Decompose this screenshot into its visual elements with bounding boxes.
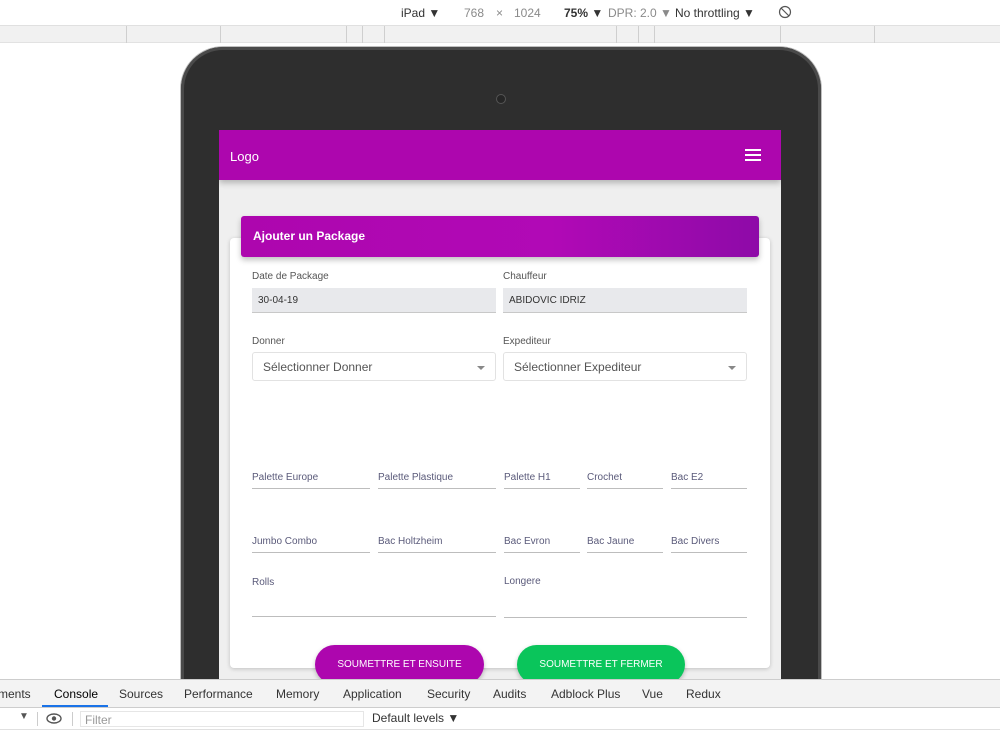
tab-redux[interactable]: Redux bbox=[686, 687, 721, 701]
ruler-tick bbox=[616, 26, 617, 43]
toolbar-separator bbox=[37, 712, 38, 726]
bac-evron-label: Bac Evron bbox=[504, 536, 551, 547]
expediteur-placeholder: Sélectionner Expediteur bbox=[514, 360, 642, 374]
camera-icon bbox=[496, 94, 506, 104]
tab-audits[interactable]: Audits bbox=[493, 687, 526, 701]
device-name: iPad bbox=[401, 6, 426, 20]
driver-field[interactable]: ABIDOVIC IDRIZ bbox=[503, 288, 747, 313]
tab-vue[interactable]: Vue bbox=[642, 687, 663, 701]
height-input[interactable]: 1024 bbox=[514, 6, 541, 20]
palette-europe-input[interactable] bbox=[252, 488, 370, 489]
device-toolbar: iPad ▼ 768 × 1024 75% ▼ DPR: 2.0 ▼ No th… bbox=[0, 0, 1000, 26]
app-bar: Logo bbox=[219, 130, 781, 180]
media-query-ruler bbox=[0, 26, 1000, 43]
donner-label: Donner bbox=[252, 336, 285, 347]
bac-e2-label: Bac E2 bbox=[671, 472, 704, 483]
expediteur-label: Expediteur bbox=[503, 336, 551, 347]
rolls-label: Rolls bbox=[252, 577, 275, 588]
longere-input[interactable] bbox=[504, 617, 747, 618]
context-select[interactable]: ▼ bbox=[19, 711, 29, 722]
rotate-icon[interactable] bbox=[778, 5, 792, 19]
palette-plastique-input[interactable] bbox=[378, 488, 496, 489]
dpr-select[interactable]: DPR: 2.0 ▼ bbox=[608, 6, 672, 20]
bac-evron-input[interactable] bbox=[504, 552, 580, 553]
console-toolbar: ▼ Filter Default levels ▼ bbox=[0, 708, 1000, 730]
device-select[interactable]: iPad ▼ bbox=[401, 6, 440, 20]
throttle-select[interactable]: No throttling ▼ bbox=[675, 6, 755, 20]
ruler-tick bbox=[126, 26, 127, 43]
logo[interactable]: Logo bbox=[230, 149, 259, 164]
bac-jaune-input[interactable] bbox=[587, 552, 663, 553]
longere-label: Longere bbox=[504, 576, 541, 587]
palette-h1-label: Palette H1 bbox=[504, 472, 551, 483]
throttle-value: No throttling bbox=[675, 6, 740, 20]
bac-holtzheim-input[interactable] bbox=[378, 552, 496, 553]
ruler-tick bbox=[638, 26, 639, 43]
date-field[interactable]: 30-04-19 bbox=[252, 288, 496, 313]
menu-icon[interactable] bbox=[745, 149, 761, 161]
jumbo-combo-input[interactable] bbox=[252, 552, 370, 553]
ruler-tick bbox=[780, 26, 781, 43]
dimension-separator: × bbox=[496, 6, 504, 20]
zoom-select[interactable]: 75% ▼ bbox=[564, 6, 603, 20]
filter-input[interactable]: Filter bbox=[80, 711, 364, 727]
donner-placeholder: Sélectionner Donner bbox=[263, 360, 373, 374]
submit-close-button[interactable]: SOUMETTRE ET FERMER bbox=[517, 645, 685, 679]
tab-adblock-plus[interactable]: Adblock Plus bbox=[551, 687, 620, 701]
crochet-input[interactable] bbox=[587, 488, 663, 489]
jumbo-combo-label: Jumbo Combo bbox=[252, 536, 318, 547]
chevron-down-icon: ▼ bbox=[591, 6, 604, 20]
chevron-down-icon: ▼ bbox=[428, 6, 441, 20]
tab-performance[interactable]: Performance bbox=[184, 687, 253, 701]
donner-select[interactable]: Sélectionner Donner bbox=[252, 352, 496, 381]
bac-divers-input[interactable] bbox=[671, 552, 747, 553]
bac-holtzheim-label: Bac Holtzheim bbox=[378, 536, 443, 547]
palette-plastique-label: Palette Plastique bbox=[378, 472, 454, 483]
bac-e2-input[interactable] bbox=[671, 488, 747, 489]
dpr-value: DPR: 2.0 bbox=[608, 6, 657, 20]
ruler-tick bbox=[874, 26, 875, 43]
bac-divers-label: Bac Divers bbox=[671, 536, 720, 547]
rolls-input[interactable] bbox=[252, 616, 496, 617]
device-viewport: Logo Ajouter un Package Date de Package … bbox=[0, 44, 1000, 679]
chevron-down-icon: ▼ bbox=[743, 6, 755, 20]
tab-console[interactable]: Console bbox=[54, 687, 98, 701]
caret-down-icon bbox=[728, 366, 736, 370]
devtools-tabs: ments Console Sources Performance Memory… bbox=[0, 680, 1000, 708]
driver-label: Chauffeur bbox=[503, 271, 547, 282]
ruler-tick bbox=[384, 26, 385, 43]
palette-h1-input[interactable] bbox=[504, 488, 580, 489]
devtools-panel: ments Console Sources Performance Memory… bbox=[0, 679, 1000, 750]
ruler-tick bbox=[654, 26, 655, 43]
ruler-tick bbox=[346, 26, 347, 43]
submit-next-button[interactable]: SOUMETTRE ET ENSUITE bbox=[315, 645, 484, 679]
ruler-tick bbox=[362, 26, 363, 43]
expediteur-select[interactable]: Sélectionner Expediteur bbox=[503, 352, 747, 381]
tab-application[interactable]: Application bbox=[343, 687, 402, 701]
date-label: Date de Package bbox=[252, 271, 329, 282]
form-title: Ajouter un Package bbox=[253, 229, 366, 243]
width-input[interactable]: 768 bbox=[464, 6, 484, 20]
palette-europe-label: Palette Europe bbox=[252, 472, 319, 483]
tab-memory[interactable]: Memory bbox=[276, 687, 319, 701]
levels-select[interactable]: Default levels ▼ bbox=[372, 711, 459, 725]
tab-sources[interactable]: Sources bbox=[119, 687, 163, 701]
tab-security[interactable]: Security bbox=[427, 687, 470, 701]
ruler-tick bbox=[220, 26, 221, 43]
active-tab-indicator bbox=[42, 705, 108, 707]
toolbar-separator bbox=[72, 712, 73, 726]
crochet-label: Crochet bbox=[587, 472, 623, 483]
caret-down-icon bbox=[477, 366, 485, 370]
bac-jaune-label: Bac Jaune bbox=[587, 536, 635, 547]
eye-icon[interactable] bbox=[46, 713, 62, 724]
tab-elements[interactable]: ments bbox=[0, 687, 31, 701]
app-screen: Logo Ajouter un Package Date de Package … bbox=[219, 130, 781, 679]
form-header: Ajouter un Package bbox=[241, 216, 759, 257]
zoom-value: 75% bbox=[564, 6, 589, 20]
chevron-down-icon: ▼ bbox=[660, 6, 672, 20]
